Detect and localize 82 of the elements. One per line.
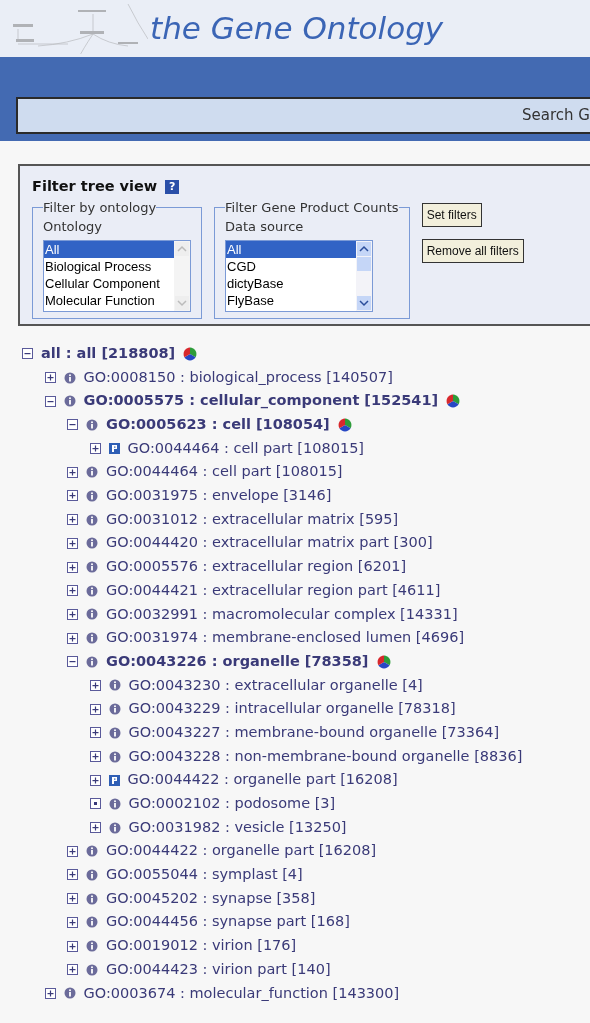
panel-title: Filter tree view	[32, 177, 158, 196]
term-link[interactable]: GO:0043229 : intracellular organelle [78318]	[128, 698, 456, 721]
plus-box-icon[interactable]	[44, 372, 56, 384]
term-link[interactable]: GO:0044420 : extracellular matrix part [300]	[106, 532, 433, 555]
term-link[interactable]: GO:0005575 : cellular_component [152541]	[83, 390, 439, 413]
plus-box-icon[interactable]	[89, 774, 101, 786]
list-option[interactable]: FlyBase	[226, 291, 356, 309]
plus-box-icon[interactable]	[67, 537, 78, 549]
pie-chart-icon[interactable]	[446, 394, 461, 409]
list-option[interactable]: All	[226, 240, 356, 258]
term-link[interactable]: GO:0044423 : virion part [140]	[106, 958, 331, 981]
term-link[interactable]: GO:0043230 : extracellular organelle [4]	[128, 674, 423, 697]
dot-box-icon[interactable]	[89, 798, 101, 810]
term-link[interactable]: GO:0044464 : cell part [108015]	[106, 461, 343, 484]
term-link[interactable]: GO:0044464 : cell part [108015]	[127, 437, 365, 460]
term-link[interactable]: GO:0002102 : podosome [3]	[128, 793, 336, 815]
minus-box-icon[interactable]	[67, 656, 78, 668]
list-box[interactable]: All Biological Process Cellular Component Molecular Function	[43, 239, 191, 312]
term-link[interactable]: GO:0019012 : virion [176]	[106, 935, 297, 957]
plus-box-icon[interactable]	[67, 940, 78, 952]
scrollbar-icon[interactable]	[356, 240, 372, 311]
plus-box-icon[interactable]	[89, 822, 101, 834]
term-link[interactable]: GO:0043226 : organelle [78358]	[106, 650, 369, 673]
plus-box-icon[interactable]	[67, 869, 78, 881]
plus-box-icon[interactable]	[89, 443, 101, 455]
search-bar[interactable]: Search G	[16, 97, 590, 134]
term-link[interactable]: GO:0005576 : extracellular region [6201]	[106, 556, 407, 578]
plus-box-icon[interactable]	[67, 845, 78, 857]
term-link[interactable]: GO:0044422 : organelle part [16208]	[127, 769, 398, 792]
plus-box-icon[interactable]	[67, 490, 78, 502]
filter-button[interactable]: Remove all filters	[421, 238, 524, 263]
list-option[interactable]: Cellular Component	[44, 274, 174, 292]
scrollbar-icon[interactable]	[174, 240, 190, 311]
term-link[interactable]: GO:0044422 : organelle part [16208]	[106, 840, 377, 863]
plus-box-icon[interactable]	[89, 679, 101, 691]
plus-box-icon[interactable]	[67, 893, 78, 905]
minus-box-icon[interactable]	[22, 348, 33, 360]
plus-box-icon[interactable]	[44, 987, 56, 999]
term-link[interactable]: GO:0005623 : cell [108054]	[106, 414, 330, 436]
plus-box-icon[interactable]	[67, 964, 78, 976]
group-legend: Filter Gene Product Counts	[225, 197, 399, 218]
list-option[interactable]: Biological Process	[44, 257, 174, 275]
term-link[interactable]: GO:0043227 : membrane-bound organelle [73364]	[128, 721, 500, 744]
plus-box-icon[interactable]	[67, 561, 78, 573]
term-link[interactable]: GO:0044421 : extracellular region part [4611]	[106, 579, 441, 602]
term-link[interactable]: GO:0008150 : biological_process [140507]	[83, 366, 393, 389]
plus-box-icon[interactable]	[67, 916, 78, 928]
help-button[interactable]: ?	[165, 179, 180, 194]
group-legend: Filter by ontology	[43, 197, 157, 218]
term-link[interactable]: GO:0043228 : non-membrane-bound organelle [8836]	[128, 745, 523, 768]
term-link[interactable]: GO:0031982 : vesicle [13250]	[128, 816, 347, 839]
plus-box-icon[interactable]	[67, 585, 78, 597]
minus-box-icon[interactable]	[44, 395, 56, 407]
plus-box-icon[interactable]	[67, 632, 78, 644]
pie-chart-icon[interactable]	[376, 654, 391, 669]
pie-chart-icon[interactable]	[337, 417, 352, 432]
plus-box-icon[interactable]	[67, 514, 78, 526]
term-link[interactable]: GO:0003674 : molecular_function [143300]	[83, 982, 400, 1005]
field-label: Data source	[225, 218, 305, 237]
list-box[interactable]: All CGD dictyBase FlyBase	[225, 239, 373, 312]
list-option[interactable]: CGD	[226, 257, 356, 275]
term-link[interactable]: all : all [218808]	[41, 342, 176, 365]
term-link[interactable]: GO:0032991 : macromolecular complex [14331]	[106, 603, 458, 626]
term-link[interactable]: GO:0031012 : extracellular matrix [595]	[106, 508, 399, 531]
term-link[interactable]: GO:0044456 : synapse part [168]	[106, 911, 350, 934]
filter-button[interactable]: Set filters	[421, 202, 482, 227]
plus-box-icon[interactable]	[89, 751, 101, 763]
plus-box-icon[interactable]	[67, 608, 78, 620]
plus-box-icon[interactable]	[89, 703, 101, 715]
list-option[interactable]: All	[44, 240, 174, 258]
list-option[interactable]: dictyBase	[226, 274, 356, 292]
term-link[interactable]: GO:0031975 : envelope [3146]	[106, 485, 332, 507]
term-link[interactable]: GO:0055044 : symplast [4]	[106, 864, 303, 886]
minus-box-icon[interactable]	[67, 419, 78, 431]
plus-box-icon[interactable]	[89, 727, 101, 739]
term-link[interactable]: GO:0031974 : membrane-enclosed lumen [4696]	[106, 627, 465, 649]
plus-box-icon[interactable]	[67, 466, 78, 478]
list-option[interactable]: Molecular Function	[44, 291, 174, 309]
field-label: Ontology	[43, 218, 104, 237]
term-link[interactable]: GO:0045202 : synapse [358]	[106, 887, 316, 910]
site-title: the Gene Ontology	[150, 9, 444, 49]
pie-chart-icon[interactable]	[183, 346, 198, 361]
